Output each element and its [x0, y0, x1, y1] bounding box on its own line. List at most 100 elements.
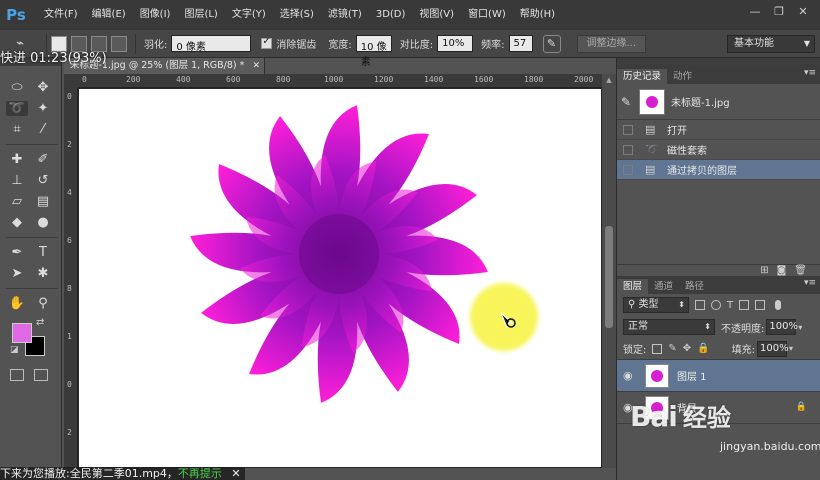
intersect-selection-icon[interactable]: [111, 35, 127, 52]
ruler-label: 1600: [474, 75, 494, 84]
brush-tool-icon[interactable]: ✐: [32, 152, 54, 167]
menu-file[interactable]: 文件(F): [37, 0, 85, 30]
hand-tool-icon[interactable]: ✋: [6, 296, 28, 311]
smart-object-filter-icon[interactable]: [755, 300, 766, 310]
history-item-open[interactable]: ▤ 打开: [617, 120, 820, 140]
lock-image-icon[interactable]: ✎: [668, 343, 676, 354]
tab-paths[interactable]: 路径: [679, 279, 710, 294]
menu-help[interactable]: 帮助(H): [513, 0, 562, 30]
menu-window[interactable]: 窗口(W): [461, 0, 513, 30]
close-icon[interactable]: ✕: [231, 467, 240, 480]
pen-pressure-icon[interactable]: ✎: [542, 34, 561, 53]
panel-menu-icon[interactable]: ▾≡: [804, 68, 816, 78]
history-brush-tool-icon[interactable]: ↺: [32, 173, 54, 188]
magnetic-lasso-tool-icon[interactable]: ➰: [6, 101, 28, 116]
feather-input[interactable]: 0 像素: [171, 35, 252, 53]
scrollbar-thumb[interactable]: [605, 226, 613, 328]
marquee-tool-icon[interactable]: ⬭: [6, 80, 28, 95]
zoom-tool-icon[interactable]: ⚲: [32, 296, 54, 311]
menu-filter[interactable]: 滤镜(T): [321, 0, 369, 30]
layer-row-background[interactable]: ◉ 背景 🔒: [617, 392, 820, 424]
eyedropper-tool-icon[interactable]: ⁄: [32, 122, 54, 137]
default-colors-icon[interactable]: ◪: [10, 345, 19, 355]
quick-mask-icon[interactable]: [10, 369, 24, 381]
tab-layers[interactable]: 图层: [617, 279, 649, 294]
history-item-layer-via-copy[interactable]: ▤ 通过拷贝的图层: [617, 160, 820, 180]
chevron-down-icon[interactable]: ▾: [789, 344, 793, 353]
scroll-up-icon[interactable]: ▲: [605, 76, 613, 84]
ruler-origin[interactable]: [64, 74, 78, 88]
layer-name: 图层 1: [677, 372, 707, 383]
tab-actions[interactable]: 动作: [667, 69, 698, 84]
healing-brush-tool-icon[interactable]: ✚: [6, 152, 28, 167]
history-brush-checkbox[interactable]: [623, 124, 633, 135]
menu-layer[interactable]: 图层(L): [177, 0, 224, 30]
panel-menu-icon[interactable]: ▾≡: [804, 278, 816, 288]
foreground-color-swatch[interactable]: [12, 323, 32, 343]
contrast-input[interactable]: 10%: [437, 35, 474, 52]
shape-filter-icon[interactable]: [739, 300, 750, 310]
fill-input[interactable]: 100%: [756, 340, 789, 357]
pen-tool-icon[interactable]: ✒: [6, 245, 28, 260]
history-item-label: 打开: [667, 126, 687, 137]
close-button[interactable]: ✕: [792, 4, 814, 20]
lock-all-icon[interactable]: 🔒: [697, 343, 709, 354]
horizontal-ruler[interactable]: 0 200 400 600 800 1000 1200 1400 1600 18…: [78, 74, 602, 88]
menu-view[interactable]: 视图(V): [412, 0, 461, 30]
layer-filter-select[interactable]: ⚲ 类型 ⬍: [623, 297, 689, 313]
width-input[interactable]: 10 像素: [355, 35, 392, 68]
swap-colors-icon[interactable]: ⇄: [36, 317, 44, 328]
eye-icon[interactable]: ◉: [623, 369, 639, 382]
history-brush-checkbox[interactable]: [623, 164, 633, 175]
dodge-tool-icon[interactable]: ●: [32, 215, 54, 230]
history-brush-checkbox[interactable]: [623, 144, 633, 155]
history-item-magnetic-lasso[interactable]: ➰ 磁性套索: [617, 140, 820, 160]
crop-tool-icon[interactable]: ⌗: [6, 122, 28, 137]
dock-header[interactable]: [617, 58, 820, 66]
restore-button[interactable]: ❐: [768, 4, 790, 20]
screen-mode-icon[interactable]: [34, 369, 48, 381]
antialias-checkbox[interactable]: [261, 36, 273, 49]
menu-3d[interactable]: 3D(D): [369, 0, 413, 30]
close-icon[interactable]: ✕: [252, 58, 260, 74]
menu-select[interactable]: 选择(S): [273, 0, 321, 30]
minimize-button[interactable]: —: [744, 4, 766, 20]
vertical-scrollbar[interactable]: ▲: [602, 74, 616, 468]
blend-mode-select[interactable]: 正常 ⬍: [623, 319, 715, 335]
magic-wand-tool-icon[interactable]: ✦: [32, 101, 54, 116]
chevron-down-icon[interactable]: ▾: [798, 323, 802, 332]
type-tool-icon[interactable]: T: [32, 245, 54, 260]
ruler-label: 2: [67, 428, 72, 437]
filter-toggle-icon[interactable]: [775, 300, 782, 310]
menu-image[interactable]: 图像(I): [133, 0, 178, 30]
lock-transparent-icon[interactable]: [652, 343, 663, 354]
path-selection-tool-icon[interactable]: ➤: [6, 266, 28, 281]
ruler-label: 0: [82, 75, 87, 84]
workspace-select[interactable]: 基本功能 ▼: [727, 35, 815, 53]
menu-edit[interactable]: 编辑(E): [85, 0, 133, 30]
tab-history[interactable]: 历史记录: [617, 69, 668, 84]
tab-channels[interactable]: 通道: [648, 279, 679, 294]
history-brush-source-icon[interactable]: ✎: [621, 95, 637, 109]
frequency-input[interactable]: 57: [508, 35, 533, 52]
right-panel-dock: 历史记录 动作 ▾≡ ✎ 未标题-1.jpg ▤ 打开 ➰ 磁性套索 ▤ 通过拷…: [616, 58, 820, 480]
vertical-ruler[interactable]: 0 2 4 6 8 1 0 2: [64, 88, 78, 468]
history-snapshot[interactable]: ✎ 未标题-1.jpg: [617, 84, 820, 120]
blur-tool-icon[interactable]: ◆: [6, 215, 28, 230]
dont-show-again-link[interactable]: 不再提示: [178, 467, 222, 480]
move-tool-icon[interactable]: ✥: [32, 80, 54, 95]
menu-type[interactable]: 文字(Y): [225, 0, 273, 30]
refine-edge-button[interactable]: 调整边缘...: [576, 34, 647, 53]
opacity-input[interactable]: 100%: [766, 319, 798, 335]
eye-icon[interactable]: ◉: [623, 401, 639, 414]
layer-row-layer1[interactable]: ◉ 图层 1: [617, 360, 820, 392]
type-filter-icon[interactable]: T: [727, 300, 733, 311]
eraser-tool-icon[interactable]: ▱: [6, 194, 28, 209]
pixel-filter-icon[interactable]: [695, 300, 705, 310]
lock-position-icon[interactable]: ✥: [683, 343, 691, 354]
adjustment-filter-icon[interactable]: [711, 300, 721, 310]
gradient-tool-icon[interactable]: ▤: [32, 194, 54, 209]
clone-stamp-tool-icon[interactable]: ⊥: [6, 173, 28, 188]
shape-tool-icon[interactable]: ✱: [32, 266, 54, 281]
canvas[interactable]: [79, 89, 601, 467]
